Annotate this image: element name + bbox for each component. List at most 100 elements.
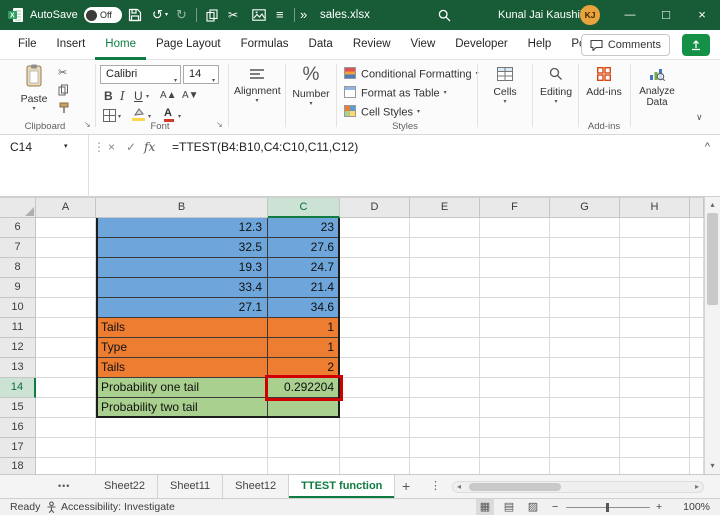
styles-item-format-as-table[interactable]: Format as Table ▾ [342,84,479,103]
sheet-nav-ellipsis[interactable]: ••• [58,475,70,498]
cell-F17[interactable] [480,438,550,458]
cell-F7[interactable] [480,238,550,258]
cell-partial[interactable] [690,458,704,475]
page-break-view-icon[interactable]: ▨ [524,499,542,515]
row-header-15[interactable]: 15 [0,398,36,418]
column-header-b[interactable]: B [96,198,268,218]
row-header-13[interactable]: 13 [0,358,36,378]
sheet-tab-sheet22[interactable]: Sheet22 [92,475,158,498]
cell-C6[interactable]: 23 [268,218,340,238]
cell-C12[interactable]: 1 [268,338,340,358]
column-header-g[interactable]: G [550,198,620,218]
cell-D17[interactable] [340,438,410,458]
cell-F18[interactable] [480,458,550,475]
copy-button[interactable] [58,84,69,96]
user-name[interactable]: Kunal Jai Kaushik [498,0,585,30]
font-name-select[interactable]: Calibri ▾ [100,65,181,84]
cell-H9[interactable] [620,278,690,298]
sheet-tab-sheet12[interactable]: Sheet12 [223,475,290,498]
cell-H13[interactable] [620,358,690,378]
cell-D7[interactable] [340,238,410,258]
cell-C10[interactable]: 34.6 [268,298,340,318]
undo-dropdown-icon[interactable]: ▾ [165,0,168,30]
zoom-slider-knob[interactable] [606,503,609,512]
cell-A7[interactable] [36,238,96,258]
alignment-button[interactable]: Alignment ▾ [234,64,281,104]
cell-D14[interactable] [340,378,410,398]
cell-H14[interactable] [620,378,690,398]
ribbon-tab-developer[interactable]: Developer [445,30,517,60]
borders-dropdown-icon[interactable]: ▾ [118,113,121,120]
cell-G10[interactable] [550,298,620,318]
cell-C17[interactable] [268,438,340,458]
row-header-11[interactable]: 11 [0,318,36,338]
cell-B17[interactable] [96,438,268,458]
italic-button[interactable]: I [120,87,125,105]
cell-G18[interactable] [550,458,620,475]
column-header-d[interactable]: D [340,198,410,218]
row-header-9[interactable]: 9 [0,278,36,298]
styles-item-cell-styles[interactable]: Cell Styles ▾ [342,103,479,122]
vertical-scrollbar[interactable]: ▴ ▾ [704,197,720,474]
cell-E7[interactable] [410,238,480,258]
cell-H16[interactable] [620,418,690,438]
bold-button[interactable]: B [104,87,113,105]
cell-D18[interactable] [340,458,410,475]
underline-button[interactable]: U [134,87,143,105]
name-box[interactable]: C14 [10,135,32,159]
cell-G16[interactable] [550,418,620,438]
cell-E18[interactable] [410,458,480,475]
ribbon-tab-insert[interactable]: Insert [47,30,96,60]
cell-B9[interactable]: 33.4 [96,278,268,298]
cell-partial[interactable] [690,338,704,358]
ribbon-tab-data[interactable]: Data [299,30,343,60]
font-size-select[interactable]: 14 ▾ [183,65,219,84]
underline-dropdown-icon[interactable]: ▾ [146,93,149,100]
cell-E16[interactable] [410,418,480,438]
cell-partial[interactable] [690,278,704,298]
maximize-button[interactable]: □ [648,0,684,30]
row-header-12[interactable]: 12 [0,338,36,358]
cell-partial[interactable] [690,358,704,378]
cell-partial[interactable] [690,418,704,438]
comments-button[interactable]: Comments [580,34,670,56]
cell-partial[interactable] [690,258,704,278]
cell-E17[interactable] [410,438,480,458]
number-button[interactable]: % Number ▾ [289,64,333,107]
cell-G8[interactable] [550,258,620,278]
cell-G17[interactable] [550,438,620,458]
cell-A12[interactable] [36,338,96,358]
row-header-17[interactable]: 17 [0,438,36,458]
row-header-7[interactable]: 7 [0,238,36,258]
new-sheet-button[interactable]: + [402,475,410,498]
cell-partial[interactable] [690,238,704,258]
cell-B6[interactable]: 12.3 [96,218,268,238]
cell-B8[interactable]: 19.3 [96,258,268,278]
accessibility-status[interactable]: Accessibility: Investigate [61,499,175,515]
cell-A14[interactable] [36,378,96,398]
scroll-right-icon[interactable]: ▸ [695,482,699,492]
sheet-tab-menu-icon[interactable]: ⋮ [430,475,441,498]
sheet-tab-ttest-function[interactable]: TTEST function [289,475,396,498]
font-dialog-launcher-icon[interactable]: ↘ [216,120,223,129]
vertical-scrollbar-thumb[interactable] [707,213,718,305]
cell-H6[interactable] [620,218,690,238]
copy-icon[interactable] [206,9,218,22]
cell-C7[interactable]: 27.6 [268,238,340,258]
cell-H17[interactable] [620,438,690,458]
collapse-formula-bar-icon[interactable]: ^ [705,135,710,159]
cell-F6[interactable] [480,218,550,238]
cell-F12[interactable] [480,338,550,358]
cell-C18[interactable] [268,458,340,475]
cell-D9[interactable] [340,278,410,298]
cell-E9[interactable] [410,278,480,298]
sheet-tab-sheet11[interactable]: Sheet11 [158,475,224,498]
cell-H18[interactable] [620,458,690,475]
scroll-up-icon[interactable]: ▴ [705,198,720,212]
select-all-corner[interactable] [0,198,36,218]
ribbon-tab-home[interactable]: Home [95,30,146,60]
column-header-a[interactable]: A [36,198,96,218]
minimize-button[interactable]: — [612,0,648,30]
cell-E13[interactable] [410,358,480,378]
row-header-6[interactable]: 6 [0,218,36,238]
